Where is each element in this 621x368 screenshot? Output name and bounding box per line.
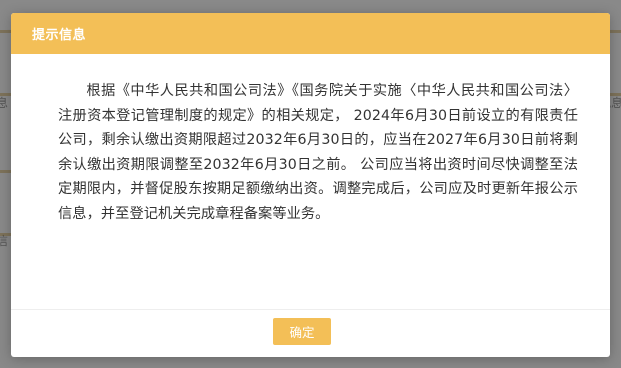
confirm-button[interactable]: 确定 bbox=[273, 318, 331, 345]
dialog-title: 提示信息 bbox=[32, 28, 87, 43]
dialog-message: 根据《中华人民共和国公司法》《国务院关于实施〈中华人民共和国公司法〉注册资本登记… bbox=[58, 83, 578, 222]
dialog-footer: 确定 bbox=[11, 309, 610, 357]
dialog-header: 提示信息 bbox=[11, 13, 610, 54]
notice-dialog: 提示信息 根据《中华人民共和国公司法》《国务院关于实施〈中华人民共和国公司法〉注… bbox=[11, 13, 610, 357]
